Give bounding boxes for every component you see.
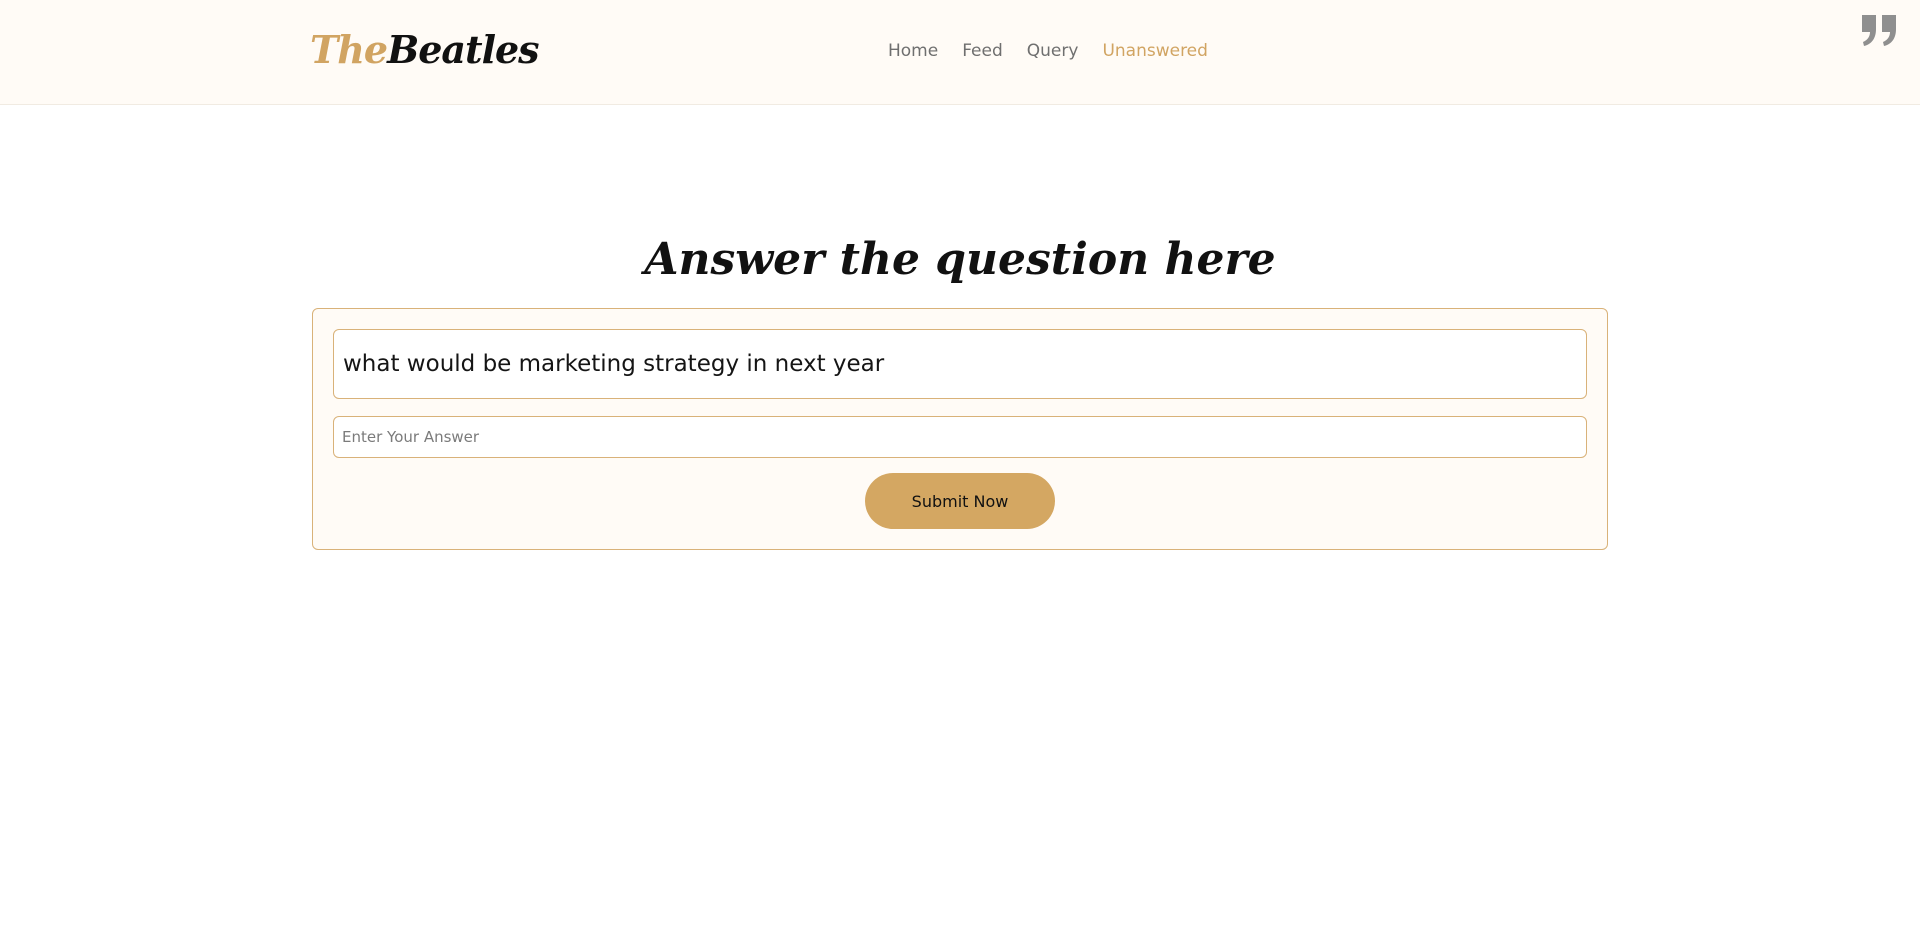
brand-name: Beatles: [387, 27, 539, 72]
brand-logo[interactable]: The Beatles: [310, 27, 540, 73]
main-nav: Home Feed Query Unanswered: [888, 38, 1208, 64]
submit-button[interactable]: Submit Now: [865, 473, 1055, 529]
answer-form-card: what would be marketing strategy in next…: [312, 308, 1608, 550]
question-display: what would be marketing strategy in next…: [333, 329, 1587, 399]
answer-input[interactable]: [333, 416, 1587, 458]
quote-icon[interactable]: [1860, 13, 1898, 47]
nav-link-feed[interactable]: Feed: [962, 38, 1003, 64]
nav-link-unanswered[interactable]: Unanswered: [1102, 38, 1208, 64]
page-title: Answer the question here: [644, 234, 1276, 286]
top-navbar: The Beatles Home Feed Query Unanswered: [0, 0, 1920, 105]
brand-prefix: The: [310, 27, 388, 72]
nav-link-home[interactable]: Home: [888, 38, 938, 64]
nav-link-query[interactable]: Query: [1027, 38, 1079, 64]
question-text: what would be marketing strategy in next…: [343, 351, 885, 377]
